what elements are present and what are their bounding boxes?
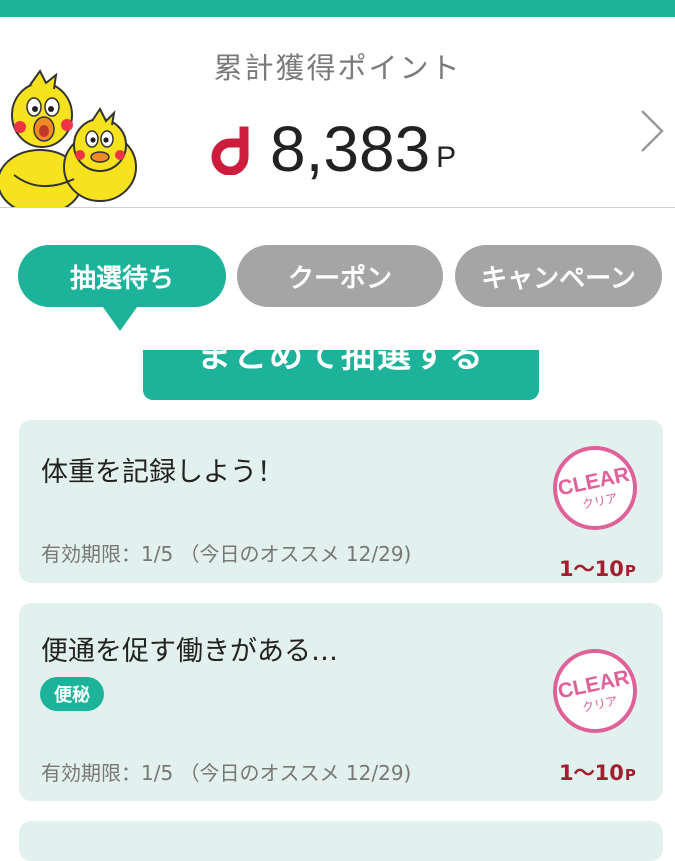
active-tab-pointer: [100, 303, 140, 331]
tab-campaign[interactable]: キャンペーン: [455, 245, 662, 307]
mission-title: 便通を促す働きがある…: [41, 636, 338, 667]
bulk-draw-button[interactable]: まとめて抽選する: [143, 350, 539, 400]
mission-expiry: 有効期限：1/5 （今日のオススメ 12/29): [41, 761, 412, 785]
clear-stamp-icon: CLEAR クリア: [553, 649, 637, 733]
mission-title: 体重を記録しよう！: [41, 457, 284, 488]
tab-lottery-waiting[interactable]: 抽選待ち: [18, 245, 226, 307]
points-display: 8,383 P: [210, 107, 456, 187]
points-title: 累計獲得ポイント: [213, 51, 462, 85]
mission-reward: 1〜10P: [559, 757, 636, 787]
mission-reward: 1〜10P: [559, 553, 636, 583]
tab-label: クーポン: [287, 263, 392, 294]
d-point-logo-icon: [211, 126, 249, 175]
reward-range: 1〜10: [559, 557, 624, 581]
bulk-draw-label: まとめて抽選する: [197, 350, 485, 376]
chevron-right-icon[interactable]: [636, 107, 666, 155]
tab-coupon[interactable]: クーポン: [237, 245, 443, 307]
points-summary[interactable]: 累計獲得ポイント 8,383 P: [0, 17, 675, 208]
reward-unit: P: [624, 562, 636, 580]
reward-unit: P: [624, 766, 636, 784]
tab-label: キャンペーン: [481, 263, 636, 294]
tab-label: 抽選待ち: [69, 263, 174, 294]
tab-bar: 抽選待ち クーポン キャンペーン: [0, 245, 675, 335]
top-status-bar: [0, 0, 675, 17]
category-badge: 便秘: [40, 677, 104, 711]
mission-card[interactable]: 便通を促す働きがある… 便秘 有効期限：1/5 （今日のオススメ 12/29) …: [19, 603, 663, 801]
points-value: 8,383: [270, 113, 431, 185]
reward-range: 1〜10: [559, 761, 624, 785]
mission-card-partial[interactable]: [19, 821, 663, 861]
mission-expiry: 有効期限：1/5 （今日のオススメ 12/29): [41, 542, 412, 566]
mission-card[interactable]: 体重を記録しよう！ 有効期限：1/5 （今日のオススメ 12/29) CLEAR…: [19, 420, 663, 583]
clear-stamp-icon: CLEAR クリア: [553, 446, 637, 530]
points-unit: P: [436, 141, 457, 174]
mascot-illustration: [0, 69, 137, 207]
